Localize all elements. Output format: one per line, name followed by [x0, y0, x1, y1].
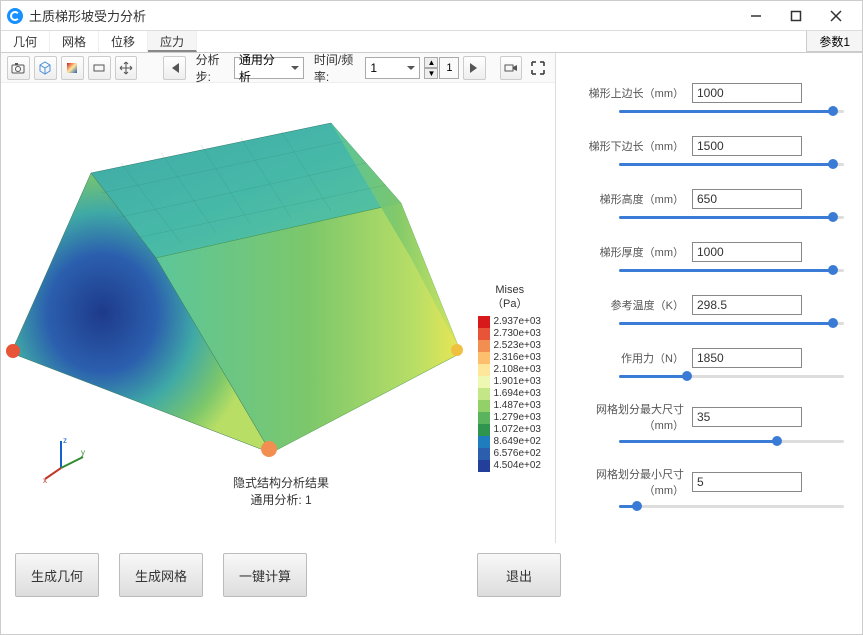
legend-value: 1.072e+03: [493, 424, 541, 436]
param-0: 梯形上边长（mm）: [574, 83, 844, 116]
tab-几何[interactable]: 几何: [1, 31, 50, 52]
time-freq-combo[interactable]: 1: [365, 57, 420, 79]
param-label: 梯形下边长（mm）: [574, 138, 684, 154]
color-legend: Mises （Pa） 2.937e+032.730e+032.523e+032.…: [478, 283, 541, 472]
legend-value: 4.504e+02: [493, 460, 541, 472]
param-1: 梯形下边长（mm）: [574, 136, 844, 169]
legend-value: 1.487e+03: [493, 400, 541, 412]
svg-text:x: x: [43, 476, 47, 483]
param-3: 梯形厚度（mm）: [574, 242, 844, 275]
expand-icon[interactable]: [526, 56, 549, 80]
param-input[interactable]: [692, 348, 802, 368]
param-input[interactable]: [692, 472, 802, 492]
result-caption: 隐式结构分析结果 通用分析: 1: [221, 474, 341, 508]
3d-viewport[interactable]: z y x Mises （Pa） 2.937e+032.730e+032.523…: [1, 83, 555, 543]
compute-button[interactable]: 一键计算: [223, 553, 307, 597]
record-icon[interactable]: [500, 56, 523, 80]
parameters-panel: 梯形上边长（mm） 梯形下边长（mm） 梯形高度（mm） 梯形厚度（mm） 参考温度（K…: [556, 53, 862, 543]
legend-value: 8.649e+02: [493, 436, 541, 448]
param-slider[interactable]: [619, 371, 844, 381]
generate-geometry-button[interactable]: 生成几何: [15, 553, 99, 597]
play-last-icon[interactable]: [463, 56, 486, 80]
stepper-value: 1: [439, 57, 459, 79]
svg-text:y: y: [81, 448, 85, 457]
param-slider[interactable]: [619, 212, 844, 222]
stepper-up[interactable]: ▲: [424, 57, 438, 68]
legend-value: 1.694e+03: [493, 388, 541, 400]
param-label: 网格划分最大尺寸（mm）: [574, 401, 684, 433]
param-slider[interactable]: [619, 318, 844, 328]
param-label: 梯形厚度（mm）: [574, 244, 684, 260]
action-bar: 生成几何 生成网格 一键计算 退出: [1, 543, 862, 607]
param-2: 梯形高度（mm）: [574, 189, 844, 222]
param-input[interactable]: [692, 83, 802, 103]
cube-view-icon[interactable]: [34, 56, 57, 80]
param-label: 网格划分最小尺寸（mm）: [574, 466, 684, 498]
viewer-toolbar: 分析步: 通用分析 时间/频率: 1 ▲ ▼ 1: [1, 53, 555, 83]
window-title: 土质梯形坡受力分析: [29, 6, 736, 25]
param-label: 作用力（N）: [574, 350, 684, 366]
param-label: 梯形上边长（mm）: [574, 85, 684, 101]
legend-value: 6.576e+02: [493, 448, 541, 460]
legend-value: 1.901e+03: [493, 376, 541, 388]
param-input[interactable]: [692, 136, 802, 156]
close-button[interactable]: [816, 2, 856, 30]
tab-网格[interactable]: 网格: [50, 31, 99, 52]
app-icon: [7, 8, 23, 24]
param-6: 网格划分最大尺寸（mm）: [574, 401, 844, 446]
axes-gizmo: z y x: [41, 433, 91, 483]
colormap-icon[interactable]: [61, 56, 84, 80]
move-icon[interactable]: [115, 56, 138, 80]
param-7: 网格划分最小尺寸（mm）: [574, 466, 844, 511]
param-slider[interactable]: [619, 106, 844, 116]
tab-应力[interactable]: 应力: [148, 31, 197, 52]
generate-mesh-button[interactable]: 生成网格: [119, 553, 203, 597]
legend-value: 1.279e+03: [493, 412, 541, 424]
rectangle-icon[interactable]: [88, 56, 111, 80]
legend-value: 2.108e+03: [493, 364, 541, 376]
param-4: 参考温度（K）: [574, 295, 844, 328]
frame-stepper[interactable]: ▲ ▼ 1: [424, 57, 459, 79]
legend-title-2: （Pa）: [478, 297, 541, 311]
title-bar: 土质梯形坡受力分析: [1, 1, 862, 31]
tab-位移[interactable]: 位移: [99, 31, 148, 52]
legend-value: 2.523e+03: [493, 340, 541, 352]
tab-bar: 几何网格位移应力 参数1: [1, 31, 862, 53]
play-first-icon[interactable]: [163, 56, 186, 80]
stepper-down[interactable]: ▼: [424, 68, 438, 79]
camera-icon[interactable]: [7, 56, 30, 80]
svg-text:z: z: [63, 436, 67, 445]
param-slider[interactable]: [619, 436, 844, 446]
param-5: 作用力（N）: [574, 348, 844, 381]
param-slider[interactable]: [619, 159, 844, 169]
param-input[interactable]: [692, 407, 802, 427]
analysis-step-combo[interactable]: 通用分析: [234, 57, 304, 79]
legend-value: 2.316e+03: [493, 352, 541, 364]
time-freq-label: 时间/频率:: [314, 51, 362, 85]
maximize-button[interactable]: [776, 2, 816, 30]
minimize-button[interactable]: [736, 2, 776, 30]
param-label: 参考温度（K）: [574, 297, 684, 313]
legend-value: 2.937e+03: [493, 316, 541, 328]
param-label: 梯形高度（mm）: [574, 191, 684, 207]
param-slider[interactable]: [619, 501, 844, 511]
param-input[interactable]: [692, 295, 802, 315]
param-input[interactable]: [692, 242, 802, 262]
exit-button[interactable]: 退出: [477, 553, 561, 597]
legend-value: 2.730e+03: [493, 328, 541, 340]
analysis-step-label: 分析步:: [196, 51, 230, 85]
legend-title-1: Mises: [478, 283, 541, 297]
param-input[interactable]: [692, 189, 802, 209]
param-slider[interactable]: [619, 265, 844, 275]
right-panel-tab[interactable]: 参数1: [806, 31, 862, 52]
